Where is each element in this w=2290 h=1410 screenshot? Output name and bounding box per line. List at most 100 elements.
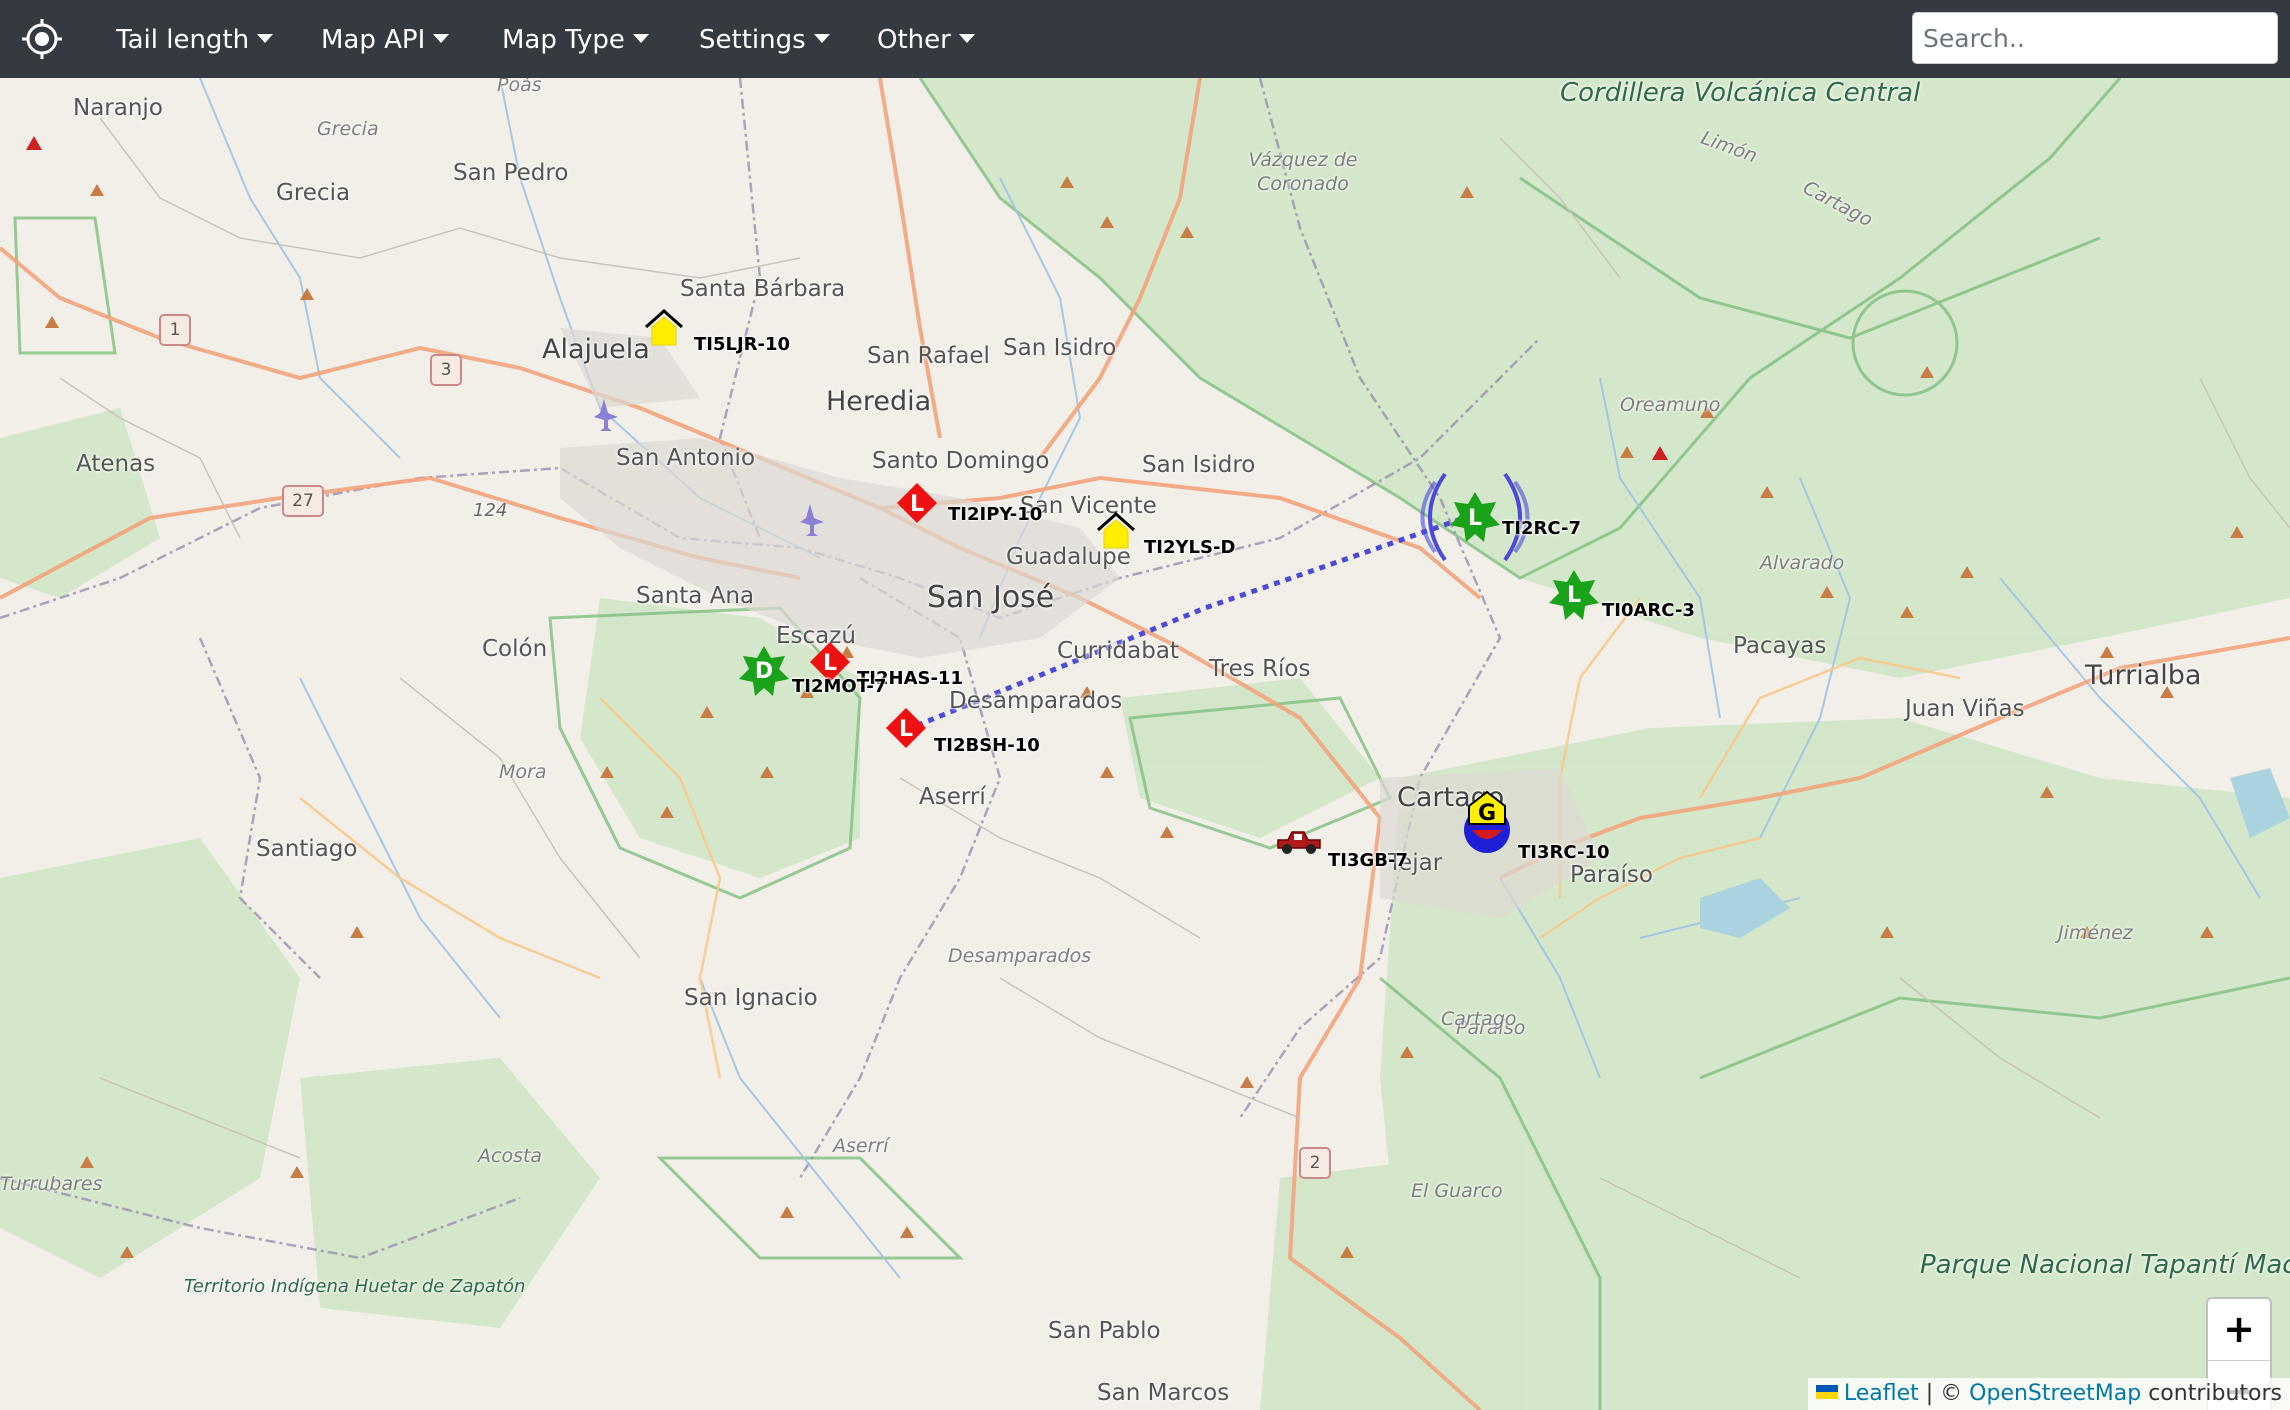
- place-label: Santiago: [256, 836, 358, 862]
- place-label: Curridabat: [1057, 638, 1179, 664]
- map-base-layer: [0, 78, 2290, 1410]
- place-label: Alajuela: [542, 334, 650, 365]
- region-label: Alvarado: [1760, 552, 1845, 574]
- home-icon[interactable]: [1094, 508, 1138, 552]
- caret-down-icon: [433, 34, 450, 43]
- map-canvas[interactable]: 1 3 27 2 124 Naranjo Grecia San Pedro Sa…: [0, 78, 2290, 1410]
- car-icon[interactable]: [1274, 826, 1324, 858]
- station-label[interactable]: TI2MOT-7: [792, 676, 886, 697]
- region-label: Grecia: [317, 118, 379, 140]
- menu-tail-length[interactable]: Tail length: [116, 0, 274, 78]
- place-label: Naranjo: [73, 95, 163, 121]
- park-label: Parque Nacional Tapantí Macizo Cerro de …: [1920, 1250, 2290, 1280]
- place-label: Pacayas: [1733, 633, 1827, 659]
- region-label: Cartago: [1441, 1008, 1517, 1030]
- region-label: Turrubares: [0, 1173, 103, 1195]
- road-shield-number: 3: [440, 360, 452, 380]
- red-diamond-l-icon[interactable]: L: [895, 481, 939, 525]
- place-label: Santa Bárbara: [680, 276, 846, 302]
- place-label: Desamparados: [949, 688, 1123, 714]
- place-label: Santa Ana: [636, 583, 755, 609]
- menu-label: Settings: [699, 25, 806, 55]
- home-icon[interactable]: [642, 305, 686, 349]
- place-label: San Isidro: [1003, 335, 1117, 361]
- svg-text:L: L: [1567, 583, 1581, 608]
- place-label: San Pedro: [453, 160, 569, 186]
- park-label: Territorio Indígena Huetar de Zapatón: [184, 1276, 525, 1297]
- menu-map-api[interactable]: Map API: [321, 0, 450, 78]
- place-label: San José: [927, 580, 1055, 615]
- station-label[interactable]: TI3RC-10: [1518, 842, 1610, 863]
- road-shield: 1: [159, 314, 191, 346]
- station-label[interactable]: TI3GB-7: [1328, 850, 1408, 871]
- svg-text:L: L: [823, 651, 837, 676]
- attribution-separator: | ©: [1918, 1381, 1970, 1406]
- search-input[interactable]: [1912, 12, 2278, 64]
- menu-other[interactable]: Other: [877, 0, 975, 78]
- station-label[interactable]: TI5LJR-10: [694, 334, 790, 355]
- region-label: Poás: [497, 78, 542, 96]
- place-label: San Isidro: [1142, 452, 1256, 478]
- region-label: Oreamuno: [1620, 394, 1721, 416]
- svg-text:L: L: [899, 717, 913, 742]
- place-label: Heredia: [826, 386, 932, 417]
- park-label: Cordillera Volcánica Central: [1560, 78, 1921, 108]
- region-label: El Guarco: [1411, 1180, 1503, 1202]
- place-label: Paraíso: [1570, 862, 1653, 888]
- place-label: Grecia: [276, 180, 351, 206]
- green-star-l-icon[interactable]: L: [1548, 568, 1600, 620]
- region-label: Mora: [499, 761, 547, 783]
- place-label: San Pablo: [1048, 1318, 1161, 1344]
- region-label: Desamparados: [948, 945, 1092, 967]
- green-star-d-icon[interactable]: D: [738, 644, 790, 696]
- station-label[interactable]: TI2IPY-10: [948, 504, 1042, 525]
- place-label: San Ignacio: [684, 985, 818, 1011]
- svg-text:G: G: [1478, 801, 1496, 826]
- red-diamond-l-icon[interactable]: L: [884, 706, 928, 750]
- place-label: San Marcos: [1097, 1380, 1230, 1406]
- place-label: Tres Ríos: [1209, 656, 1311, 682]
- green-star-l-icon[interactable]: L: [1410, 462, 1540, 572]
- station-label[interactable]: TI0ARC-3: [1602, 600, 1695, 621]
- svg-text:L: L: [1468, 506, 1482, 531]
- region-label: Acosta: [478, 1145, 543, 1167]
- leaflet-link[interactable]: Leaflet: [1844, 1381, 1919, 1406]
- menu-settings[interactable]: Settings: [699, 0, 830, 78]
- gateway-g-icon[interactable]: G: [1460, 790, 1520, 854]
- menu-label: Other: [877, 25, 951, 55]
- place-label: Juan Viñas: [1905, 696, 2025, 722]
- place-label: Santo Domingo: [872, 448, 1050, 474]
- station-label[interactable]: TI2RC-7: [1502, 518, 1581, 539]
- caret-down-icon: [813, 34, 830, 43]
- map-attribution: Leaflet | © OpenStreetMap contributors: [1807, 1378, 2290, 1410]
- top-navbar: Tail length Map API Map Type Settings Ot…: [0, 0, 2290, 78]
- station-label[interactable]: TI2BSH-10: [934, 735, 1040, 756]
- place-label: San Antonio: [616, 445, 756, 471]
- menu-map-type[interactable]: Map Type: [502, 0, 649, 78]
- road-shield-number: 1: [169, 320, 181, 340]
- road-shield: 2: [1299, 1147, 1331, 1179]
- place-label: Colón: [482, 636, 548, 662]
- place-label: Turrialba: [2085, 660, 2202, 691]
- menu-label: Map API: [321, 25, 426, 55]
- road-shield: 27: [282, 485, 324, 517]
- caret-down-icon: [958, 34, 975, 43]
- caret-down-icon: [632, 34, 649, 43]
- place-label: Aserrí: [919, 784, 986, 810]
- menu-label: Tail length: [116, 25, 250, 55]
- place-label: Atenas: [76, 451, 156, 477]
- road-shield: 3: [430, 354, 462, 386]
- crosshair-locate-icon[interactable]: [20, 17, 64, 61]
- place-label: San Rafael: [867, 343, 990, 369]
- zoom-in-button[interactable]: +: [2208, 1299, 2270, 1361]
- road-shield-number: 27: [292, 491, 314, 511]
- region-label: Vázquez de Coronado: [1248, 149, 1358, 195]
- svg-text:L: L: [910, 492, 924, 517]
- station-label[interactable]: TI2YLS-D: [1144, 537, 1235, 558]
- caret-down-icon: [257, 34, 274, 43]
- attribution-suffix: contributors: [2141, 1381, 2282, 1406]
- ukraine-flag-icon: [1815, 1385, 1838, 1399]
- road-number-label: 124: [473, 500, 508, 521]
- openstreetmap-link[interactable]: OpenStreetMap: [1969, 1381, 2141, 1406]
- road-shield-number: 2: [1309, 1153, 1321, 1173]
